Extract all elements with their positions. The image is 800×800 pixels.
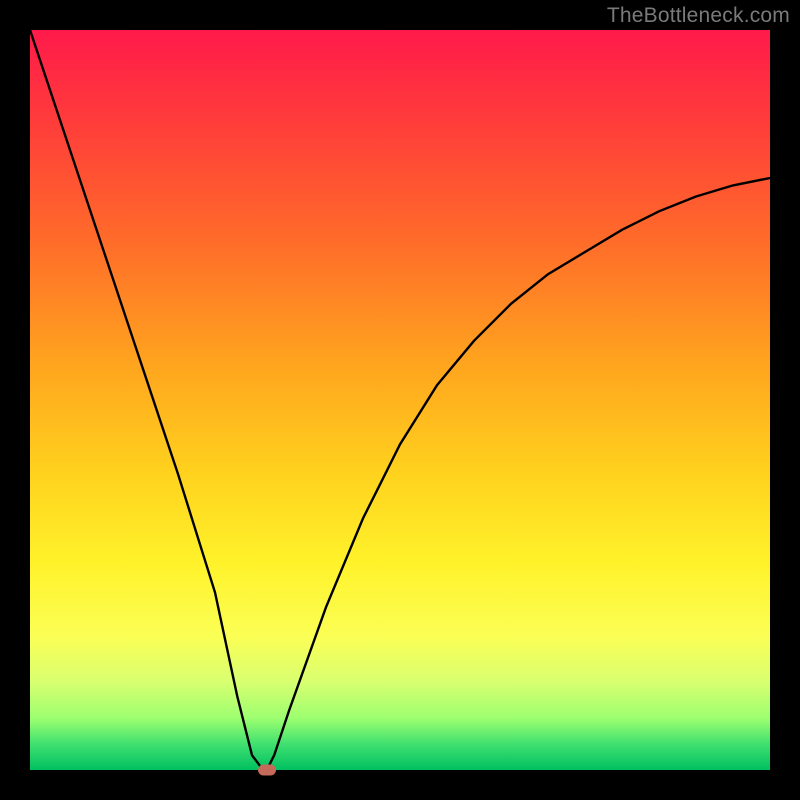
watermark-text: TheBottleneck.com (607, 4, 790, 28)
bottleneck-curve (30, 30, 770, 770)
chart-frame: TheBottleneck.com (0, 0, 800, 800)
optimal-point-marker (258, 765, 276, 776)
plot-area (30, 30, 770, 770)
